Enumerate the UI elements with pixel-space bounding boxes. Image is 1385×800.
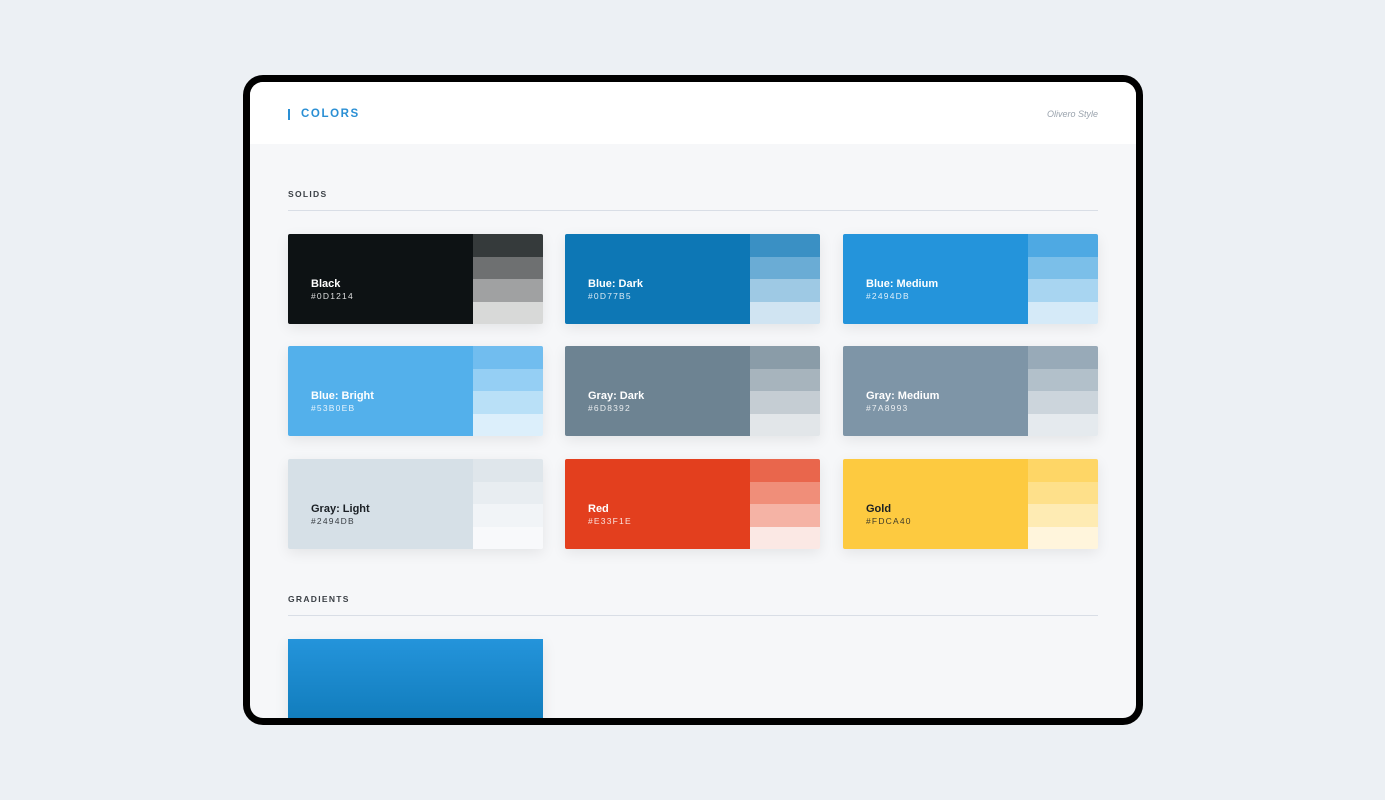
swatch-hex: #0D77B5 <box>588 291 632 301</box>
divider <box>288 210 1098 211</box>
swatch-name: Gray: Light <box>311 503 370 515</box>
tint-swatch <box>750 234 820 257</box>
main-swatch: Black #0D1214 <box>288 234 473 324</box>
tint-swatch <box>473 526 543 549</box>
color-swatch-card: Blue: Bright #53B0EB <box>288 346 543 436</box>
tint-swatch <box>1028 391 1098 414</box>
tint-swatch <box>750 256 820 279</box>
color-swatch-card: Gray: Dark #6D8392 <box>565 346 820 436</box>
swatch-hex: #2494DB <box>311 516 355 526</box>
tint-swatch <box>473 256 543 279</box>
color-swatch-card: Gray: Light #2494DB <box>288 459 543 549</box>
tint-column <box>473 346 543 436</box>
swatch-name: Black <box>311 278 341 290</box>
swatch-name: Gray: Dark <box>588 390 645 402</box>
tint-swatch <box>750 504 820 527</box>
tint-swatch <box>1028 459 1098 482</box>
tint-swatch <box>473 279 543 302</box>
gradients-section-header: GRADIENTS <box>288 594 1098 616</box>
solids-label: SOLIDS <box>288 189 328 199</box>
tint-column <box>1028 234 1098 324</box>
solids-section-header: SOLIDS <box>288 189 1098 211</box>
tint-swatch <box>1028 301 1098 324</box>
tint-swatch <box>1028 256 1098 279</box>
main-swatch: Blue: Dark #0D77B5 <box>565 234 750 324</box>
swatch-hex: #FDCA40 <box>866 516 912 526</box>
main-swatch: Gray: Dark #6D8392 <box>565 346 750 436</box>
tint-swatch <box>750 481 820 504</box>
tint-column <box>473 234 543 324</box>
color-swatch-card: Red #E33F1E <box>565 459 820 549</box>
tint-swatch <box>473 391 543 414</box>
tint-column <box>750 459 820 549</box>
tint-swatch <box>1028 279 1098 302</box>
device-frame: COLORS Olivero Style SOLIDS Black #0D1214… <box>243 75 1143 725</box>
color-swatch-card: Blue: Dark #0D77B5 <box>565 234 820 324</box>
tint-swatch <box>473 368 543 391</box>
style-name: Olivero Style <box>1046 109 1098 119</box>
swatch-name: Blue: Bright <box>311 390 374 402</box>
tint-swatch <box>1028 526 1098 549</box>
color-swatch-card: Black #0D1214 <box>288 234 543 324</box>
swatch-hex: #53B0EB <box>311 403 356 413</box>
swatch-hex: #6D8392 <box>588 403 631 413</box>
tint-column <box>1028 346 1098 436</box>
swatch-name: Gray: Medium <box>866 390 940 402</box>
main-swatch: Red #E33F1E <box>565 459 750 549</box>
tint-swatch <box>750 346 820 369</box>
tint-swatch <box>1028 413 1098 436</box>
tint-column <box>1028 459 1098 549</box>
main-swatch: Blue: Medium #2494DB <box>843 234 1028 324</box>
main-swatch: Blue: Bright #53B0EB <box>288 346 473 436</box>
tint-swatch <box>473 234 543 257</box>
tint-swatch <box>473 504 543 527</box>
tint-column <box>750 346 820 436</box>
tint-column <box>473 459 543 549</box>
color-swatch-card: Gray: Medium #7A8993 <box>843 346 1098 436</box>
swatch-name: Red <box>588 503 609 515</box>
swatch-name: Gold <box>866 503 892 515</box>
tint-column <box>750 234 820 324</box>
color-swatch-card: Blue: Medium #2494DB <box>843 234 1098 324</box>
main-swatch: Gray: Medium #7A8993 <box>843 346 1028 436</box>
tint-swatch <box>750 368 820 391</box>
tint-swatch <box>1028 504 1098 527</box>
tint-swatch <box>750 459 820 482</box>
gradients-label: GRADIENTS <box>288 594 350 604</box>
tint-swatch <box>1028 368 1098 391</box>
tint-swatch <box>1028 481 1098 504</box>
screen: COLORS Olivero Style SOLIDS Black #0D1214… <box>250 82 1136 718</box>
gradient-swatch <box>288 639 543 718</box>
main-swatch: Gray: Light #2494DB <box>288 459 473 549</box>
main-swatch: Gold #FDCA40 <box>843 459 1028 549</box>
tint-swatch <box>473 413 543 436</box>
page-title-text: COLORS <box>301 108 360 120</box>
header: COLORS Olivero Style <box>250 82 1136 144</box>
swatch-name: Blue: Dark <box>588 278 644 290</box>
title-accent-bar <box>288 108 290 120</box>
tint-swatch <box>473 481 543 504</box>
swatch-hex: #E33F1E <box>588 516 632 526</box>
swatch-hex: #7A8993 <box>866 403 909 413</box>
tint-swatch <box>750 413 820 436</box>
swatch-hex: #0D1214 <box>311 291 354 301</box>
color-swatch-card: Gold #FDCA40 <box>843 459 1098 549</box>
page-title: COLORS <box>288 108 360 120</box>
tint-swatch <box>750 526 820 549</box>
tint-swatch <box>1028 234 1098 257</box>
tint-swatch <box>750 279 820 302</box>
tint-swatch <box>1028 346 1098 369</box>
swatch-name: Blue: Medium <box>866 278 939 290</box>
tint-swatch <box>473 301 543 324</box>
tint-swatch <box>750 301 820 324</box>
tint-swatch <box>473 459 543 482</box>
tint-swatch <box>473 346 543 369</box>
divider <box>288 615 1098 616</box>
tint-swatch <box>750 391 820 414</box>
swatch-hex: #2494DB <box>866 291 910 301</box>
